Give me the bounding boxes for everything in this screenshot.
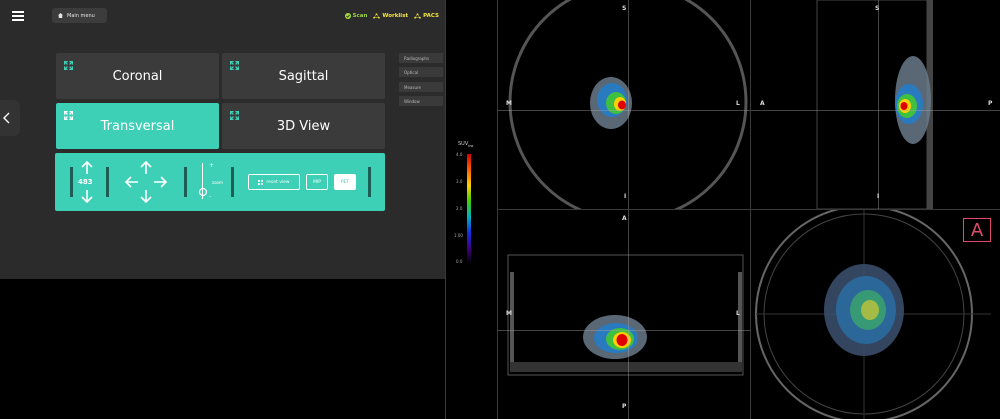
worklist-link[interactable]: Worklist: [373, 13, 408, 19]
coronal-view-button[interactable]: Coronal: [56, 53, 219, 99]
pet-button[interactable]: PET: [334, 174, 356, 190]
network-icon: [414, 13, 421, 19]
colorbar-tick: 1.00: [454, 233, 463, 238]
zoom-label: zoom: [212, 180, 223, 185]
sagittal-label: Sagittal: [278, 68, 329, 84]
transversal-viewport[interactable]: A P M L: [498, 210, 750, 419]
pacs-link[interactable]: PACS: [414, 13, 439, 19]
transversal-view-button[interactable]: Transversal: [56, 103, 219, 149]
orientation-top: A: [622, 215, 627, 222]
expand-icon: [64, 61, 73, 70]
slider-bar[interactable]: [70, 167, 73, 197]
crosshair-horizontal: [498, 330, 750, 331]
orientation-bottom: I: [877, 193, 880, 200]
coronal-image: [508, 0, 748, 209]
orientation-left: M: [506, 310, 512, 317]
slider-bar[interactable]: [184, 167, 187, 197]
suv-colorbar: [467, 154, 471, 264]
network-icon: [373, 13, 381, 19]
hamburger-menu-icon[interactable]: [12, 11, 24, 21]
coronal-label: Coronal: [112, 68, 163, 84]
orientation-right: P: [988, 100, 993, 107]
side-menu-measure[interactable]: Measure: [399, 82, 443, 92]
slider-bar[interactable]: [231, 167, 234, 197]
sagittal-view-button[interactable]: Sagittal: [222, 53, 385, 99]
slider-bar[interactable]: [106, 167, 109, 197]
side-menu-radiographs[interactable]: Radiographs: [399, 53, 443, 63]
colorbar-tick: 0.0: [456, 259, 463, 264]
colorbar-tick: 4.0: [456, 152, 463, 157]
reset-view-label: reset view: [266, 179, 290, 185]
divider: [445, 0, 446, 419]
main-menu-button[interactable]: Main menu: [52, 8, 107, 23]
expand-icon: [258, 179, 264, 185]
crosshair-vertical: [628, 210, 629, 419]
crosshair-vertical: [878, 0, 879, 209]
crosshair-horizontal: [751, 110, 1000, 111]
worklist-label: Worklist: [382, 13, 409, 19]
coronal-viewport[interactable]: S I M L: [498, 0, 750, 209]
expand-icon: [230, 111, 239, 120]
reset-view-button[interactable]: reset view: [248, 174, 300, 190]
back-button[interactable]: [0, 100, 20, 136]
check-icon: [344, 13, 351, 19]
sagittal-viewport[interactable]: S I A P: [751, 0, 1000, 209]
orientation-left: A: [760, 100, 765, 107]
orientation-bottom: P: [622, 403, 627, 410]
transversal-image: [507, 254, 744, 376]
side-menu-window[interactable]: Window: [399, 96, 443, 106]
orientation-bottom: I: [624, 193, 627, 200]
slider-bar[interactable]: [368, 167, 371, 197]
orientation-top: S: [875, 5, 880, 12]
expand-icon: [230, 61, 239, 70]
colorbar-tick: 2.0: [456, 206, 463, 211]
main-menu-label: Main menu: [67, 12, 95, 19]
3d-view-label: 3D View: [276, 118, 331, 134]
chevron-left-icon: [3, 112, 10, 124]
orientation-right: L: [736, 310, 740, 317]
orientation-left: M: [506, 100, 512, 107]
zoom-plus-label[interactable]: +: [209, 162, 214, 169]
mip-label: MIP: [313, 179, 321, 185]
scan-status[interactable]: Scan: [344, 13, 368, 19]
crosshair-horizontal: [498, 110, 750, 111]
mip-button[interactable]: MIP: [306, 174, 328, 190]
scan-label: Scan: [352, 13, 368, 19]
expand-icon: [64, 111, 73, 120]
home-icon: [58, 13, 63, 18]
pan-arrows-icon[interactable]: [124, 160, 168, 204]
pacs-label: PACS: [423, 13, 439, 19]
pet-label: PET: [340, 179, 350, 185]
transversal-label: Transversal: [100, 118, 175, 134]
3d-view-button[interactable]: 3D View: [222, 103, 385, 149]
orientation-right: L: [736, 100, 740, 107]
zoom-handle-icon[interactable]: [198, 187, 208, 197]
zoom-minus-label[interactable]: -: [209, 193, 211, 200]
control-panel: Main menu Scan Worklist PACS Coronal Sag…: [0, 0, 445, 279]
orientation-cube-marker[interactable]: A: [963, 218, 991, 242]
status-bar: Scan Worklist PACS: [344, 13, 439, 19]
side-menu-optical[interactable]: Optical: [399, 67, 443, 77]
colorbar-title: SUVbw: [458, 141, 474, 148]
colorbar-tick: 3.0: [456, 179, 463, 184]
slice-number: 483: [78, 178, 93, 186]
crosshair-vertical: [628, 0, 629, 209]
orientation-top: S: [622, 5, 627, 12]
sagittal-image: [816, 0, 933, 209]
